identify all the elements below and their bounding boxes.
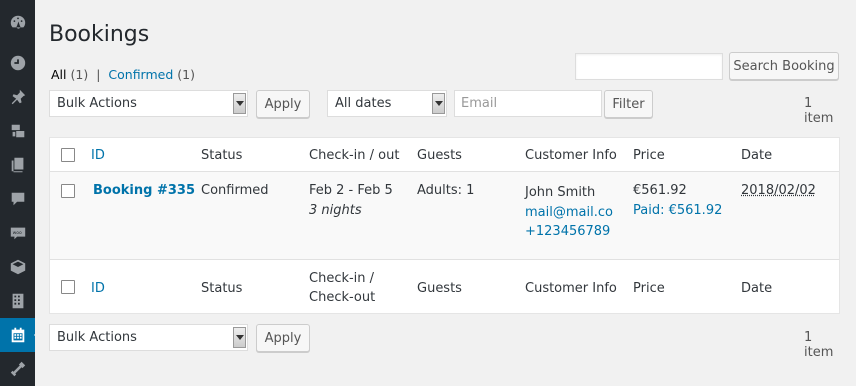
view-confirmed[interactable]: Confirmed — [108, 67, 173, 82]
booking-dates: Feb 2 - Feb 5 — [309, 183, 393, 198]
column-guests: Guests — [417, 148, 462, 163]
chevron-down-icon — [432, 93, 445, 114]
row-checkbox[interactable] — [61, 184, 75, 198]
column-status-footer: Status — [201, 281, 243, 296]
view-confirmed-count: (1) — [177, 67, 195, 82]
pages-icon[interactable] — [0, 148, 35, 182]
view-filters: All (1) | Confirmed (1) — [51, 67, 195, 82]
bookings-table: ID Status Check-in / out Guests Customer… — [49, 137, 840, 314]
booking-status: Confirmed — [201, 183, 269, 198]
booking-price: €561.92 — [633, 183, 687, 198]
column-date-footer: Date — [741, 281, 773, 296]
items-count-bottom: 1 item — [804, 330, 834, 360]
column-guests-footer: Guests — [417, 281, 462, 296]
table-footer: ID Status Check-in / Check-out Guests Cu… — [50, 260, 839, 314]
email-placeholder: Email — [461, 96, 498, 111]
column-id[interactable]: ID — [91, 146, 105, 165]
media-icon[interactable] — [0, 114, 35, 148]
search-input[interactable] — [575, 53, 723, 80]
table-row: Booking #335 Confirmed Feb 2 - Feb 5 3 n… — [50, 172, 839, 260]
main-content: Bookings All (1) | Confirmed (1) Search … — [49, 0, 840, 386]
column-checkin: Check-in / out — [309, 148, 400, 163]
building-icon[interactable] — [0, 284, 35, 318]
customer-phone[interactable]: +123456789 — [525, 222, 610, 241]
chevron-down-icon — [233, 327, 246, 348]
dates-value: All dates — [335, 96, 392, 111]
view-all-count: (1) — [70, 67, 89, 82]
email-field[interactable]: Email — [454, 90, 602, 117]
column-date: Date — [741, 148, 773, 163]
column-customer-footer: Customer Info — [525, 281, 617, 296]
admin-sidebar: woo — [0, 0, 41, 386]
bulk-actions-value-bottom: Bulk Actions — [57, 330, 137, 345]
column-id-footer[interactable]: ID — [91, 279, 105, 298]
booking-guests: Adults: 1 — [417, 183, 475, 198]
package-icon[interactable] — [0, 250, 35, 284]
dates-select[interactable]: All dates — [327, 90, 447, 117]
dashboard-icon[interactable] — [0, 5, 35, 39]
booking-date: 2018/02/02 — [741, 183, 816, 198]
apply-button-bottom[interactable]: Apply — [256, 324, 310, 352]
select-all-checkbox-footer[interactable] — [61, 280, 75, 294]
select-all-checkbox[interactable] — [61, 148, 75, 162]
pin-icon[interactable] — [0, 80, 35, 114]
customer-name: John Smith — [525, 185, 596, 200]
column-checkin-footer-line2: Check-out — [309, 290, 376, 305]
column-price: Price — [633, 148, 665, 163]
comments-icon[interactable] — [0, 182, 35, 216]
svg-text:woo: woo — [12, 231, 21, 236]
search-booking-button[interactable]: Search Booking — [729, 52, 839, 80]
chevron-down-icon — [233, 93, 246, 114]
booking-link[interactable]: Booking #335 — [93, 181, 195, 200]
view-all[interactable]: All — [51, 67, 67, 82]
column-checkin-footer-line1: Check-in / — [309, 271, 375, 286]
column-status: Status — [201, 148, 243, 163]
view-separator: | — [96, 67, 101, 82]
bulk-actions-select-bottom[interactable]: Bulk Actions — [49, 324, 248, 351]
items-count-top: 1 item — [804, 96, 834, 126]
apply-button[interactable]: Apply — [256, 90, 310, 118]
plugin-icon[interactable] — [0, 46, 35, 80]
column-customer: Customer Info — [525, 148, 617, 163]
booking-nights: 3 nights — [309, 203, 362, 218]
calendar-icon[interactable] — [0, 318, 41, 352]
booking-paid: Paid: €561.92 — [633, 203, 723, 218]
active-menu-arrow — [34, 328, 41, 342]
page-title: Bookings — [49, 22, 150, 47]
bulk-actions-select[interactable]: Bulk Actions — [49, 90, 248, 117]
filter-button[interactable]: Filter — [604, 90, 653, 118]
customer-email[interactable]: mail@mail.co — [525, 203, 613, 222]
column-price-footer: Price — [633, 281, 665, 296]
table-header: ID Status Check-in / out Guests Customer… — [50, 138, 839, 172]
bulk-actions-value: Bulk Actions — [57, 96, 137, 111]
woo-icon[interactable]: woo — [0, 216, 35, 250]
tools-icon[interactable] — [0, 352, 35, 386]
